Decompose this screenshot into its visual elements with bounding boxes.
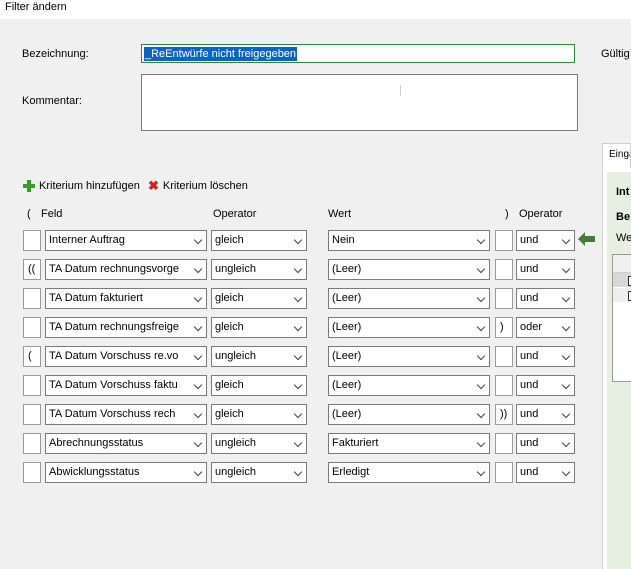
operator-select[interactable]: ungleich [211, 346, 307, 367]
close-paren-input[interactable]: ) [495, 317, 513, 338]
field-select[interactable]: TA Datum Vorschuss faktu [45, 375, 207, 396]
close-paren-input[interactable] [495, 230, 513, 251]
logic-operator-select[interactable]: und [516, 346, 575, 367]
operator-select[interactable]: gleich [211, 317, 307, 338]
open-paren-input[interactable] [23, 462, 41, 483]
operator-select[interactable]: ungleich [211, 462, 307, 483]
value-select[interactable]: (Leer) [328, 288, 490, 309]
criterion-row: TA Datum Vorschuss rech gleich (Leer))) und [0, 404, 600, 426]
delete-criterion-label: Kriterium löschen [162, 180, 248, 192]
logic-operator-select[interactable]: und [516, 375, 575, 396]
panel-grid[interactable] [612, 254, 631, 382]
window-title: Filter ändern [5, 1, 67, 13]
header-close-paren: ) [505, 208, 509, 220]
logic-operator-select[interactable]: und [516, 288, 575, 309]
text-caret [400, 85, 401, 96]
comment-input[interactable] [141, 74, 578, 131]
value-select[interactable]: (Leer) [328, 404, 490, 425]
logic-operator-select[interactable]: und [516, 462, 575, 483]
header-value: Wert [328, 208, 352, 220]
close-paren-input[interactable] [495, 375, 513, 396]
open-paren-input[interactable] [23, 433, 41, 454]
operator-select[interactable]: ungleich [211, 259, 307, 280]
value-select[interactable]: (Leer) [328, 375, 490, 396]
close-paren-input[interactable] [495, 288, 513, 309]
criterion-row: Abwicklungsstatus ungleich Erledigt und [0, 462, 600, 484]
panel-text-2: Be [616, 211, 631, 223]
operator-select[interactable]: gleich [211, 404, 307, 425]
open-paren-input[interactable] [23, 230, 41, 251]
header-field: Feld [41, 208, 63, 220]
delete-criterion-button[interactable]: ✖ Kriterium löschen [148, 178, 248, 193]
value-select[interactable]: (Leer) [328, 346, 490, 367]
operator-select[interactable]: gleich [211, 375, 307, 396]
field-select[interactable]: TA Datum Vorschuss rech [45, 404, 207, 425]
arrow-left-icon [578, 232, 595, 246]
criterion-row: Interner Auftrag gleich Nein und [0, 230, 600, 252]
plus-icon [23, 180, 35, 192]
panel-text-1: Int [616, 186, 630, 198]
logic-operator-select[interactable]: und [516, 259, 575, 280]
open-paren-input[interactable] [23, 288, 41, 309]
criterion-row: TA Datum Vorschuss faktu gleich (Leer) und [0, 375, 600, 397]
add-criterion-label: Kriterium hinzufügen [39, 180, 140, 192]
field-select[interactable]: TA Datum fakturiert [45, 288, 207, 309]
value-select[interactable]: Fakturiert [328, 433, 490, 454]
tab-input[interactable]: Einga [602, 143, 631, 168]
logic-operator-select[interactable]: und [516, 404, 575, 425]
title-bar: Filter ändern [0, 0, 631, 19]
criterion-row: TA Datum rechnungsfreige gleich (Leer)) ode… [0, 317, 600, 339]
field-select[interactable]: Abwicklungsstatus [45, 462, 207, 483]
grid-row[interactable] [613, 273, 631, 287]
grid-row[interactable] [613, 288, 631, 302]
value-select[interactable]: Erledigt [328, 462, 490, 483]
criterion-row: TA Datum fakturiert gleich (Leer) und [0, 288, 600, 310]
name-label: Bezeichnung: [22, 48, 89, 60]
close-paren-input[interactable] [495, 462, 513, 483]
field-select[interactable]: Abrechnungsstatus [45, 433, 207, 454]
close-paren-input[interactable] [495, 433, 513, 454]
close-paren-input[interactable] [495, 346, 513, 367]
operator-select[interactable]: ungleich [211, 433, 307, 454]
value-select[interactable]: (Leer) [328, 259, 490, 280]
close-paren-input[interactable] [495, 259, 513, 280]
operator-select[interactable]: gleich [211, 288, 307, 309]
open-paren-input[interactable] [23, 375, 41, 396]
criterion-row: Abrechnungsstatus ungleich Fakturiert und [0, 433, 600, 455]
criterion-row: ((TA Datum rechnungsvorge ungleich (Leer) u… [0, 259, 600, 281]
operator-select[interactable]: gleich [211, 230, 307, 251]
logic-operator-select[interactable]: und [516, 230, 575, 251]
panel-text-3: We [616, 232, 631, 244]
field-select[interactable]: TA Datum rechnungsvorge [45, 259, 207, 280]
field-select[interactable]: Interner Auftrag [45, 230, 207, 251]
grid-header [613, 255, 631, 273]
name-input-text: _ReEntwürfe nicht freigegeben [144, 47, 298, 61]
field-select[interactable]: TA Datum Vorschuss re.vo [45, 346, 207, 367]
criterion-row: (TA Datum Vorschuss re.vo ungleich (Leer) u… [0, 346, 600, 368]
valid-label: Gültig [601, 48, 630, 60]
value-select[interactable]: (Leer) [328, 317, 490, 338]
name-input[interactable]: _ReEntwürfe nicht freigegeben [141, 44, 575, 63]
open-paren-input[interactable] [23, 404, 41, 425]
open-paren-input[interactable]: (( [23, 259, 41, 280]
header-logic-operator: Operator [519, 208, 563, 220]
open-paren-input[interactable]: ( [23, 346, 41, 367]
logic-operator-select[interactable]: und [516, 433, 575, 454]
add-criterion-button[interactable]: Kriterium hinzufügen [23, 180, 140, 192]
header-operator: Operator [213, 208, 257, 220]
close-paren-input[interactable]: )) [495, 404, 513, 425]
x-icon: ✖ [148, 178, 159, 193]
logic-operator-select[interactable]: oder [516, 317, 575, 338]
comment-label: Kommentar: [22, 95, 82, 107]
value-select[interactable]: Nein [328, 230, 490, 251]
header-open-paren: ( [27, 208, 31, 220]
open-paren-input[interactable] [23, 317, 41, 338]
field-select[interactable]: TA Datum rechnungsfreige [45, 317, 207, 338]
